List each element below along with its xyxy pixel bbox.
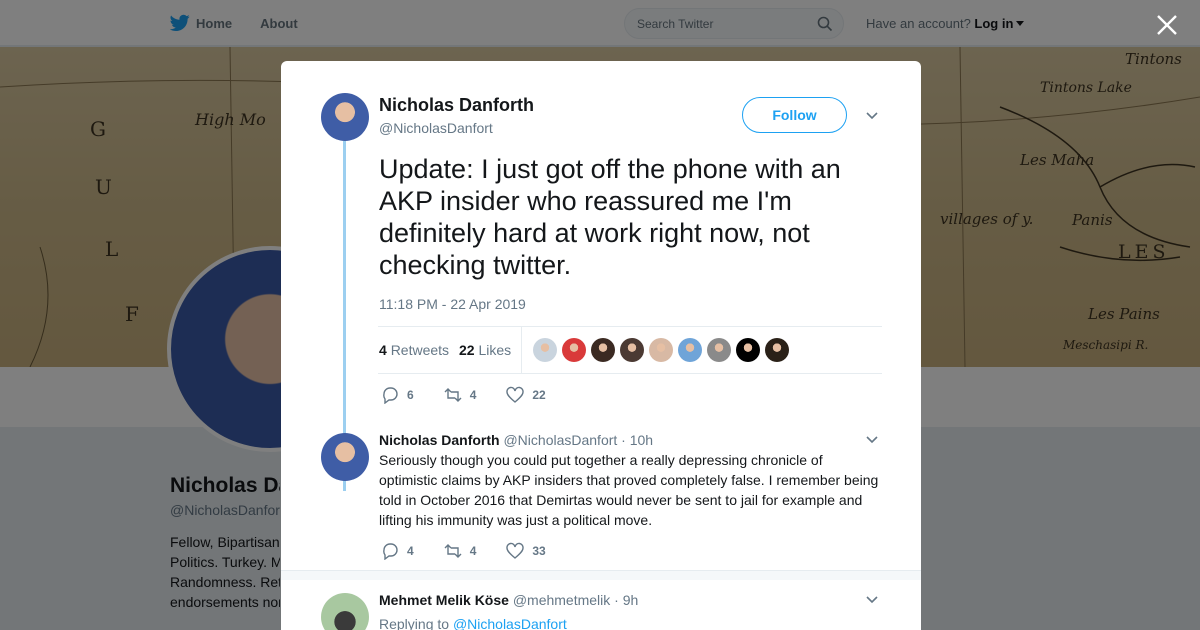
reply-author-name: Nicholas Danforth: [379, 432, 500, 448]
reply-author-handle: @NicholasDanfort: [503, 432, 618, 448]
chevron-down-icon[interactable]: [866, 596, 878, 604]
like-action[interactable]: 22: [506, 386, 546, 404]
retweet-action-count: 4: [469, 388, 477, 402]
reply-avatar[interactable]: [321, 433, 369, 481]
chevron-down-icon[interactable]: [866, 436, 878, 444]
reply-icon: [383, 543, 398, 560]
retweet-icon: [444, 388, 462, 402]
liker-avatar[interactable]: [562, 338, 586, 362]
tweet-timestamp[interactable]: 11:18 PM - 22 Apr 2019: [379, 296, 526, 312]
liker-avatar[interactable]: [620, 338, 644, 362]
retweet-action[interactable]: 4: [444, 386, 477, 404]
replying-prefix: Replying to: [379, 616, 450, 630]
heart-icon: [506, 542, 525, 559]
follow-button[interactable]: Follow: [742, 97, 847, 133]
like-action-count: 22: [532, 388, 546, 402]
reply-author-name: Mehmet Melik Köse: [379, 592, 509, 608]
retweet-stat[interactable]: 4 Retweets: [379, 342, 449, 358]
reply-author-handle: @mehmetmelik: [512, 592, 611, 608]
heart-icon: [506, 386, 525, 403]
liker-avatar[interactable]: [707, 338, 731, 362]
reply-author[interactable]: Nicholas Danforth @NicholasDanfort · 10h: [379, 432, 653, 448]
like-stat[interactable]: 22 Likes: [459, 342, 511, 358]
replying-to: Replying to @NicholasDanfort: [379, 616, 567, 630]
tweet-stats: 4 Retweets 22 Likes: [378, 326, 882, 374]
like-count: 22: [459, 342, 475, 358]
reply-icon: [383, 387, 398, 404]
liker-avatar[interactable]: [765, 338, 789, 362]
like-action-count: 33: [532, 544, 546, 558]
reply-actions: 4 4 33: [381, 542, 576, 560]
reply-time[interactable]: · 9h: [614, 592, 638, 608]
reply-separator: [281, 570, 921, 580]
reply-action[interactable]: 6: [381, 386, 414, 404]
retweet-icon: [444, 544, 462, 558]
replying-to-link[interactable]: @NicholasDanfort: [453, 616, 567, 630]
liker-avatar[interactable]: [649, 338, 673, 362]
tweet-text: Update: I just got off the phone with an…: [379, 154, 841, 280]
reply-text: Seriously though you could put together …: [379, 452, 879, 528]
reply-avatar[interactable]: [321, 593, 369, 630]
author-handle[interactable]: @NicholasDanfort: [379, 120, 493, 136]
like-action[interactable]: 33: [506, 542, 546, 560]
reply-count: 6: [407, 388, 414, 402]
retweet-action-count: 4: [469, 544, 477, 558]
author-name[interactable]: Nicholas Danforth: [379, 95, 534, 116]
reply-count: 4: [407, 544, 414, 558]
reply-action[interactable]: 4: [381, 542, 414, 560]
reply-time[interactable]: · 10h: [621, 432, 653, 448]
like-label: Likes: [478, 342, 512, 358]
author-avatar[interactable]: [321, 93, 369, 141]
chevron-down-icon[interactable]: [866, 112, 878, 120]
tweet-modal: Nicholas Danforth @NicholasDanfort Follo…: [281, 61, 921, 630]
reply-author[interactable]: Mehmet Melik Köse @mehmetmelik · 9h: [379, 592, 638, 608]
liker-avatar[interactable]: [533, 338, 557, 362]
liker-avatar[interactable]: [591, 338, 615, 362]
liker-avatar[interactable]: [736, 338, 760, 362]
close-icon[interactable]: [1154, 12, 1180, 38]
retweet-action[interactable]: 4: [444, 542, 477, 560]
tweet-actions: 6 4 22: [381, 386, 576, 404]
stat-divider: [521, 327, 522, 373]
retweet-label: Retweets: [390, 342, 450, 358]
liker-avatar[interactable]: [678, 338, 702, 362]
retweet-count: 4: [379, 342, 387, 358]
